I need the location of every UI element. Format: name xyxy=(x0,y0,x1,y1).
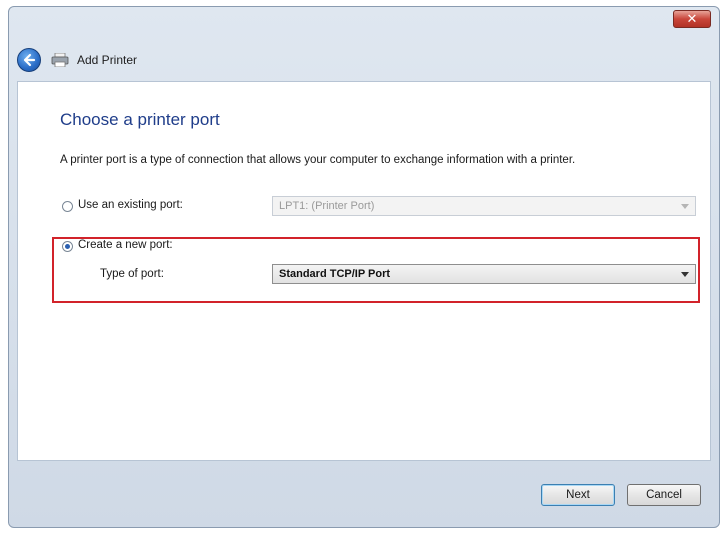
close-icon: ✕ xyxy=(686,11,698,26)
port-type-select[interactable]: Standard TCP/IP Port xyxy=(272,264,696,284)
back-button[interactable] xyxy=(17,48,41,72)
wizard-footer: Next Cancel xyxy=(9,461,719,527)
window-title: Add Printer xyxy=(77,53,138,67)
close-button[interactable]: ✕ xyxy=(673,10,711,28)
title-bar: ✕ xyxy=(9,7,719,41)
cancel-button[interactable]: Cancel xyxy=(627,484,701,506)
add-printer-window: ✕ Add Printer Choose a printer port A pr… xyxy=(8,6,720,528)
existing-port-value: LPT1: (Printer Port) xyxy=(279,200,375,212)
printer-icon xyxy=(51,52,69,68)
wizard-content: Choose a printer port A printer port is … xyxy=(17,81,711,461)
existing-port-label[interactable]: Use an existing port: xyxy=(78,199,183,211)
next-button[interactable]: Next xyxy=(541,484,615,506)
port-type-value: Standard TCP/IP Port xyxy=(279,268,391,280)
page-title: Choose a printer port xyxy=(60,110,220,129)
existing-port-radio[interactable] xyxy=(62,201,73,212)
port-type-label: Type of port: xyxy=(100,268,164,280)
chevron-down-icon xyxy=(681,204,689,209)
create-new-port-label[interactable]: Create a new port: xyxy=(78,239,173,251)
wizard-nav-bar: Add Printer xyxy=(9,39,719,81)
create-new-port-radio[interactable] xyxy=(62,241,73,252)
page-description: A printer port is a type of connection t… xyxy=(60,154,576,166)
existing-port-select: LPT1: (Printer Port) xyxy=(272,196,696,216)
back-arrow-icon xyxy=(23,53,36,67)
chevron-down-icon xyxy=(681,272,689,277)
